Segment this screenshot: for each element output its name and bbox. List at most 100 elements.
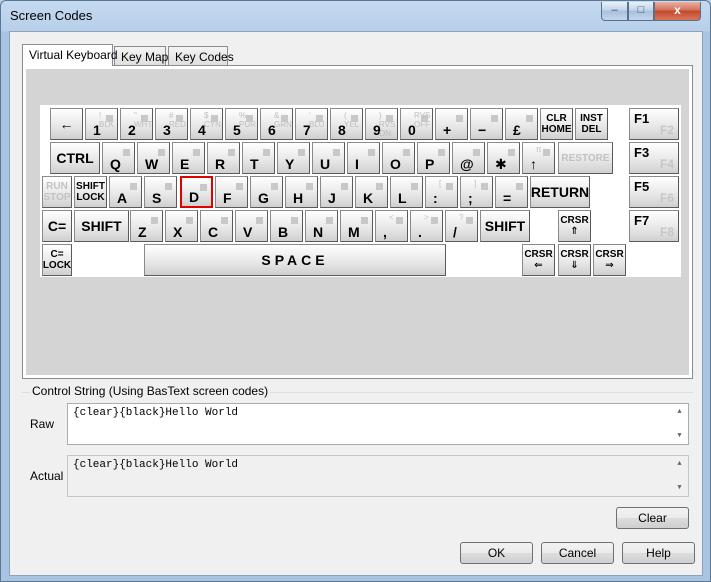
- ok-button[interactable]: OK: [460, 542, 533, 564]
- key-del[interactable]: INST DEL: [575, 108, 608, 140]
- key-d[interactable]: D: [180, 176, 213, 208]
- key-o[interactable]: O: [382, 142, 415, 174]
- key-label: C: [208, 224, 219, 240]
- petscii-glyph-icon: [271, 183, 278, 190]
- key-f1[interactable]: F1 F2: [629, 108, 679, 140]
- key-l[interactable]: L: [390, 176, 423, 208]
- key-n[interactable]: N: [305, 210, 338, 242]
- key-ctrl[interactable]: CTRL: [50, 142, 100, 174]
- raw-textbox[interactable]: {clear}{black}Hello World ▲ ▼: [67, 403, 689, 445]
- key-7[interactable]: 7 ' BLU: [295, 108, 328, 140]
- petscii-glyph-icon: [516, 183, 523, 190]
- key-c-lock[interactable]: C= LOCK: [42, 244, 72, 276]
- actual-textbox[interactable]: {clear}{black}Hello World ▲ ▼: [67, 455, 689, 497]
- key-home[interactable]: CLR HOME: [540, 108, 573, 140]
- key-i[interactable]: I: [347, 142, 380, 174]
- key-y[interactable]: Y: [277, 142, 310, 174]
- close-button[interactable]: x: [654, 2, 701, 21]
- key-crsr[interactable]: CRSR ⇒: [593, 244, 626, 276]
- key-8[interactable]: 8( YEL: [330, 108, 363, 140]
- key-label: +: [443, 122, 452, 138]
- key-t[interactable]: T: [242, 142, 275, 174]
- scroll-up-icon[interactable]: ▲: [671, 460, 688, 468]
- key-f[interactable]: F: [215, 176, 248, 208]
- maximize-button[interactable]: □: [628, 2, 654, 21]
- key-e[interactable]: E: [172, 142, 205, 174]
- key-shift[interactable]: SHIFT: [74, 210, 129, 242]
- key-k10[interactable]: . >: [410, 210, 443, 242]
- key-shift[interactable]: SHIFT: [480, 210, 530, 242]
- key-a[interactable]: A: [109, 176, 142, 208]
- key-k13[interactable]: =: [495, 176, 528, 208]
- key-k13[interactable]: £: [505, 108, 538, 140]
- key-run-stop[interactable]: RUN STOP: [42, 176, 72, 208]
- key-x[interactable]: X: [165, 210, 198, 242]
- key-w[interactable]: W: [137, 142, 170, 174]
- raw-scrollbar[interactable]: ▲ ▼: [671, 404, 688, 444]
- key-k12[interactable]: ✱: [487, 142, 520, 174]
- key-return[interactable]: RETURN: [530, 176, 590, 208]
- scroll-down-icon[interactable]: ▼: [671, 484, 688, 492]
- key-u[interactable]: U: [312, 142, 345, 174]
- dialog-client: Virtual Keyboard Key Map Key Codes ← 1! B…: [9, 31, 703, 576]
- key-c[interactable]: C: [200, 210, 233, 242]
- key-p[interactable]: P: [417, 142, 450, 174]
- key-crsr[interactable]: CRSR ⇓: [558, 244, 591, 276]
- cancel-button[interactable]: Cancel: [541, 542, 614, 564]
- key-k13[interactable]: ↑ π: [522, 142, 555, 174]
- key-space[interactable]: SPACE: [144, 244, 446, 276]
- minimize-button[interactable]: –: [601, 2, 628, 21]
- key-crsr[interactable]: CRSR ⇑: [558, 210, 591, 242]
- key-q[interactable]: Q: [102, 142, 135, 174]
- key-9[interactable]: 9) RVS ON: [365, 108, 398, 140]
- key-k12[interactable]: −: [470, 108, 503, 140]
- key-3[interactable]: 3 # RED: [155, 108, 188, 140]
- window-title: Screen Codes: [10, 8, 93, 23]
- key-label: CRSR ⇐: [524, 249, 553, 271]
- help-button[interactable]: Help: [622, 542, 695, 564]
- key-k11[interactable]: +: [435, 108, 468, 140]
- key-label: RUN STOP: [43, 181, 71, 203]
- key-j[interactable]: J: [320, 176, 353, 208]
- scroll-up-icon[interactable]: ▲: [671, 408, 688, 416]
- key-0[interactable]: 0RVS OFF: [400, 108, 433, 140]
- key-f3[interactable]: F3 F4: [629, 142, 679, 174]
- actual-scrollbar[interactable]: ▲ ▼: [671, 456, 688, 496]
- key-z[interactable]: Z: [130, 210, 163, 242]
- key-v[interactable]: V: [235, 210, 268, 242]
- key-shift-lock[interactable]: SHIFT LOCK: [74, 176, 107, 208]
- scroll-down-icon[interactable]: ▼: [671, 432, 688, 440]
- key-k[interactable]: K: [355, 176, 388, 208]
- key-m[interactable]: M: [340, 210, 373, 242]
- key-s[interactable]: S: [144, 176, 177, 208]
- key-c[interactable]: C=: [42, 210, 72, 242]
- tab-virtual-keyboard[interactable]: Virtual Keyboard: [22, 44, 118, 66]
- petscii-glyph-icon: [256, 217, 263, 224]
- key-k12[interactable]: ;]: [460, 176, 493, 208]
- key-label: O: [390, 156, 401, 172]
- key-1[interactable]: 1! BLK: [85, 108, 118, 140]
- key-k9[interactable]: , <: [375, 210, 408, 242]
- key-h[interactable]: H: [285, 176, 318, 208]
- key-r[interactable]: R: [207, 142, 240, 174]
- key-2[interactable]: 2 " WHT: [120, 108, 153, 140]
- key-k11[interactable]: @: [452, 142, 485, 174]
- key-6[interactable]: 6 & GRN: [260, 108, 293, 140]
- key-b[interactable]: B: [270, 210, 303, 242]
- key-g[interactable]: G: [250, 176, 283, 208]
- key-k11[interactable]: /?: [445, 210, 478, 242]
- key-crsr[interactable]: CRSR ⇐: [522, 244, 555, 276]
- petscii-glyph-icon: [306, 183, 313, 190]
- key-k11[interactable]: :[: [425, 176, 458, 208]
- key-5[interactable]: 5% PUR: [225, 108, 258, 140]
- key-restore[interactable]: RESTORE: [558, 142, 613, 174]
- tab-key-map[interactable]: Key Map: [114, 46, 168, 66]
- tab-key-codes[interactable]: Key Codes: [168, 46, 234, 66]
- key-label: =: [503, 190, 512, 206]
- clear-button[interactable]: Clear: [616, 507, 689, 529]
- key-k0[interactable]: ←: [50, 108, 83, 140]
- key-f7[interactable]: F7 F8: [629, 210, 679, 242]
- petscii-glyph-icon: [130, 183, 137, 190]
- key-f5[interactable]: F5 F6: [629, 176, 679, 208]
- key-4[interactable]: 4 $ CYN: [190, 108, 223, 140]
